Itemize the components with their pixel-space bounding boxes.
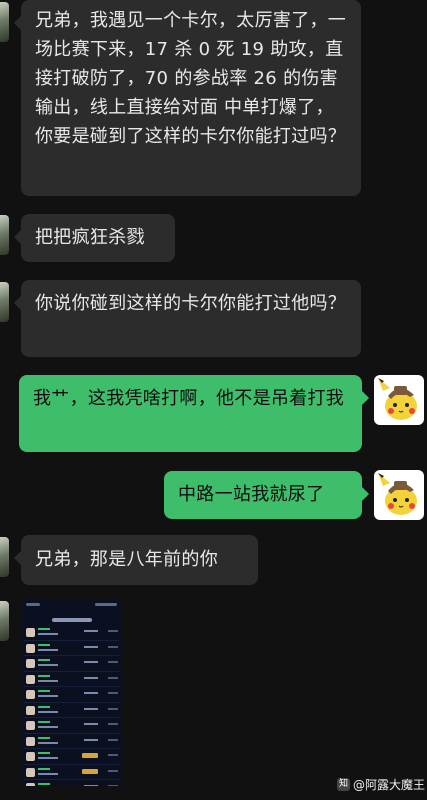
message-text: 兄弟，那是八年前的你 <box>35 549 218 570</box>
thumbnail-row <box>24 703 119 718</box>
thumbnail-title <box>51 618 92 622</box>
thumbnail-row <box>24 641 119 656</box>
thumbnail-row <box>24 672 119 687</box>
user-avatar[interactable] <box>374 470 424 520</box>
image-message-thumbnail[interactable] <box>21 600 122 786</box>
user-avatar[interactable] <box>374 375 424 425</box>
contact-avatar[interactable] <box>0 215 9 255</box>
watermark-text: @阿露大魔王 <box>353 778 426 792</box>
watermark: 知 @阿露大魔王 <box>337 776 425 793</box>
thumbnail-row <box>24 625 119 641</box>
thumbnail-row <box>24 749 119 765</box>
contact-avatar[interactable] <box>0 537 9 577</box>
thumbnail-row <box>24 687 119 703</box>
contact-avatar[interactable] <box>0 2 9 42</box>
thumbnail-row <box>24 656 119 672</box>
thumbnail-row <box>24 765 119 780</box>
pikachu-avatar-icon <box>378 473 417 515</box>
pikachu-avatar-icon <box>378 378 417 420</box>
message-text: 兄弟，我遇见一个卡尔，太厉害了，一场比赛下来，17 杀 0 死 19 助攻，直接… <box>35 10 347 147</box>
message-text: 你说你碰到这样的卡尔你能打过他吗？ <box>35 293 347 314</box>
message-text: 把把疯狂杀戮 <box>35 227 145 248</box>
message-bubble-incoming[interactable]: 兄弟，我遇见一个卡尔，太厉害了，一场比赛下来，17 杀 0 死 19 助攻，直接… <box>14 0 361 196</box>
message-bubble-incoming[interactable]: 兄弟，那是八年前的你 <box>14 535 258 585</box>
zhihu-logo-icon: 知 <box>337 778 350 791</box>
thumbnail-status-bar <box>21 600 122 614</box>
message-bubble-incoming[interactable]: 你说你碰到这样的卡尔你能打过他吗？ <box>14 280 361 357</box>
thumbnail-row <box>24 734 119 749</box>
message-text: 中路一站我就尿了 <box>178 484 325 505</box>
message-bubble-incoming[interactable]: 把把疯狂杀戮 <box>14 214 175 262</box>
message-bubble-outgoing[interactable]: 中路一站我就尿了 <box>164 471 369 519</box>
contact-avatar[interactable] <box>0 282 9 322</box>
contact-avatar[interactable] <box>0 601 9 641</box>
thumbnail-row <box>24 718 119 734</box>
message-bubble-outgoing[interactable]: 我艹，这我凭啥打啊，他不是吊着打我 <box>19 375 369 452</box>
message-text: 我艹，这我凭啥打啊，他不是吊着打我 <box>33 388 345 409</box>
thumbnail-row <box>24 780 119 786</box>
